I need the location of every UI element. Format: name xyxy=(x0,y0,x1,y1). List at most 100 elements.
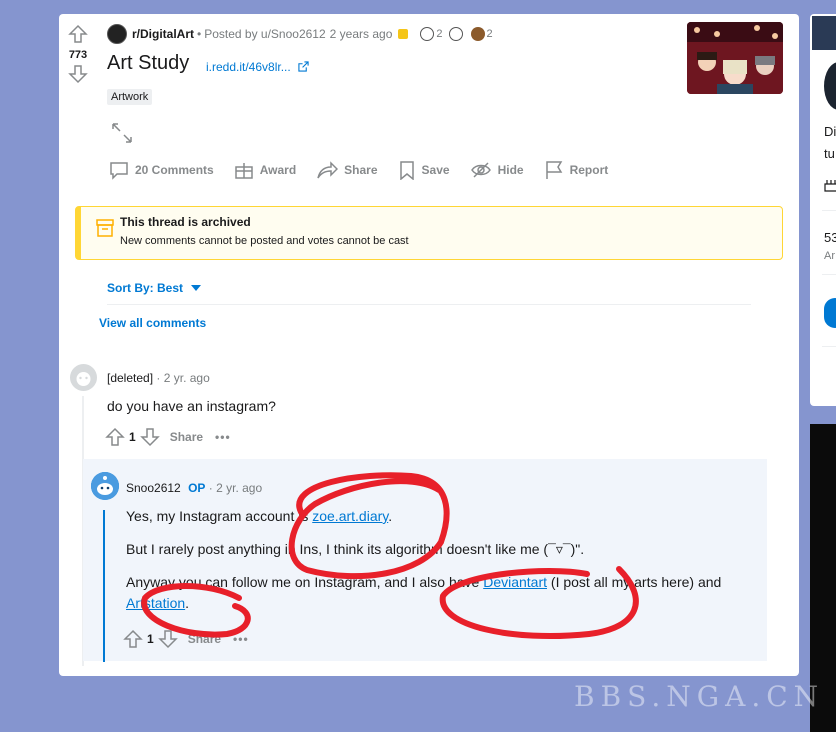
comment-score: 1 xyxy=(129,430,136,444)
more-options-icon[interactable]: ••• xyxy=(233,632,249,646)
comment-author[interactable]: Snoo2612 xyxy=(126,481,181,495)
post-meta: r/DigitalArt • Posted by u/Snoo2612 2 ye… xyxy=(107,24,493,44)
post-flair[interactable]: Artwork xyxy=(107,89,153,105)
community-sidebar: Di tu 53 Ar xyxy=(810,14,836,406)
archive-title: This thread is archived xyxy=(120,215,251,229)
comment-paragraph: Anyway you can follow me on Instagram, a… xyxy=(126,572,756,614)
member-count: 53 xyxy=(824,230,836,245)
avatar xyxy=(70,364,97,391)
comment-score: 1 xyxy=(147,632,154,646)
comment-paragraph: Yes, my Instagram account is zoe.art.dia… xyxy=(126,506,756,527)
post-title[interactable]: Art Study xyxy=(107,52,189,75)
artstation-link[interactable]: Artstation xyxy=(126,595,185,611)
more-options-icon[interactable]: ••• xyxy=(215,430,231,444)
instagram-link[interactable]: zoe.art.diary xyxy=(312,508,388,524)
comment-paragraph: But I rarely post anything in Ins, I thi… xyxy=(126,541,585,557)
helpful-award-icon xyxy=(420,27,435,41)
post-card: 773 r/DigitalArt • Posted by u/Snoo2612 … xyxy=(59,14,799,676)
report-button[interactable]: Report xyxy=(544,160,609,180)
silver-award-icon xyxy=(448,27,463,41)
downvote-icon[interactable] xyxy=(68,64,88,84)
text: Anyway you can follow me on Instagram, a… xyxy=(126,574,484,590)
comment-meta: [deleted] · 2 yr. ago xyxy=(107,371,210,385)
member-label: Ar xyxy=(824,250,835,262)
post-thumbnail[interactable] xyxy=(687,22,783,94)
divider xyxy=(822,210,836,211)
deleted-user-icon xyxy=(76,372,91,386)
subreddit-link[interactable]: r/DigitalArt xyxy=(132,27,194,41)
avatar[interactable] xyxy=(91,472,119,500)
sort-dropdown[interactable]: Sort By: Best xyxy=(107,281,202,295)
flag-icon xyxy=(545,161,562,179)
gift-icon xyxy=(234,163,253,179)
text: (I post all my arts here) and xyxy=(547,574,722,590)
domain-text[interactable]: i.redd.it/46v8lr... xyxy=(206,60,291,74)
save-button[interactable]: Save xyxy=(398,160,450,180)
eye-slash-icon xyxy=(470,162,491,178)
comment-age[interactable]: 2 yr. ago xyxy=(164,371,210,385)
bear-award-icon xyxy=(470,27,485,41)
reply-thread-line[interactable] xyxy=(103,510,105,662)
gold-award-icon xyxy=(398,29,409,39)
snoo-avatar-icon xyxy=(91,472,119,500)
comment-body: do you have an instagram? xyxy=(107,398,276,414)
comments-button[interactable]: 20 Comments xyxy=(109,160,214,180)
op-badge: OP xyxy=(188,481,206,495)
text: Yes, my Instagram account is xyxy=(126,508,313,524)
domain-link[interactable]: i.redd.it/46v8lr... xyxy=(206,60,309,74)
comment-icon xyxy=(110,162,128,180)
sort-label: Sort By: Best xyxy=(107,281,184,295)
award-label: Award xyxy=(259,163,297,177)
upvote-icon[interactable] xyxy=(68,24,88,44)
hide-label: Hide xyxy=(497,163,524,177)
comment-author: [deleted] xyxy=(107,371,154,385)
hide-button[interactable]: Hide xyxy=(470,160,524,180)
comments-label: 20 Comments xyxy=(135,163,214,177)
share-label: Share xyxy=(344,163,378,177)
archived-banner: This thread is archived New comments can… xyxy=(75,206,783,260)
cake-icon xyxy=(824,180,836,192)
save-label: Save xyxy=(421,163,450,177)
downvote-icon[interactable] xyxy=(139,427,160,447)
post-action-bar: 20 Comments Award Share Save Hide Report xyxy=(109,160,628,180)
award-count: 2 xyxy=(436,28,443,40)
artwork-thumbnail-image xyxy=(687,22,783,94)
divider xyxy=(822,274,836,275)
comment-age[interactable]: 2 yr. ago xyxy=(216,481,262,495)
view-all-comments-link[interactable]: View all comments xyxy=(99,316,206,330)
text: . xyxy=(388,508,393,524)
text: . xyxy=(185,595,190,611)
vote-column: 773 xyxy=(65,24,91,84)
community-description: tu xyxy=(824,146,835,161)
award-count: 2 xyxy=(486,28,493,40)
divider xyxy=(822,346,836,347)
comment-share-button[interactable]: Share xyxy=(188,632,221,646)
comment-actions: 1 Share ••• xyxy=(123,629,249,649)
subreddit-icon[interactable] xyxy=(107,24,127,44)
bookmark-icon xyxy=(399,161,414,180)
comment-actions: 1 Share ••• xyxy=(105,427,231,447)
expand-icon[interactable] xyxy=(111,122,133,144)
archive-icon xyxy=(96,219,114,237)
upvote-icon[interactable] xyxy=(105,427,125,447)
report-label: Report xyxy=(569,163,609,177)
post-age: 2 years ago xyxy=(329,27,393,41)
upvote-icon[interactable] xyxy=(123,629,143,649)
caret-down-icon xyxy=(191,285,202,291)
downvote-icon[interactable] xyxy=(157,629,178,649)
watermark: BBS.NGA.CN xyxy=(574,680,825,713)
community-banner xyxy=(812,16,836,50)
community-description: Di xyxy=(824,124,836,139)
share-icon xyxy=(317,161,339,179)
separator: • xyxy=(197,27,202,41)
comment-share-button[interactable]: Share xyxy=(170,430,203,444)
post-score: 773 xyxy=(68,49,88,61)
comment-meta: Snoo2612 OP · 2 yr. ago xyxy=(126,481,263,495)
comment-body: Yes, my Instagram account is zoe.art.dia… xyxy=(126,506,756,626)
join-button[interactable] xyxy=(824,298,836,328)
award-button[interactable]: Award xyxy=(234,160,296,180)
deviantart-link[interactable]: Deviantart xyxy=(483,574,547,590)
community-avatar xyxy=(824,62,836,110)
share-button[interactable]: Share xyxy=(316,160,378,180)
posted-by[interactable]: Posted by u/Snoo2612 xyxy=(204,27,325,41)
